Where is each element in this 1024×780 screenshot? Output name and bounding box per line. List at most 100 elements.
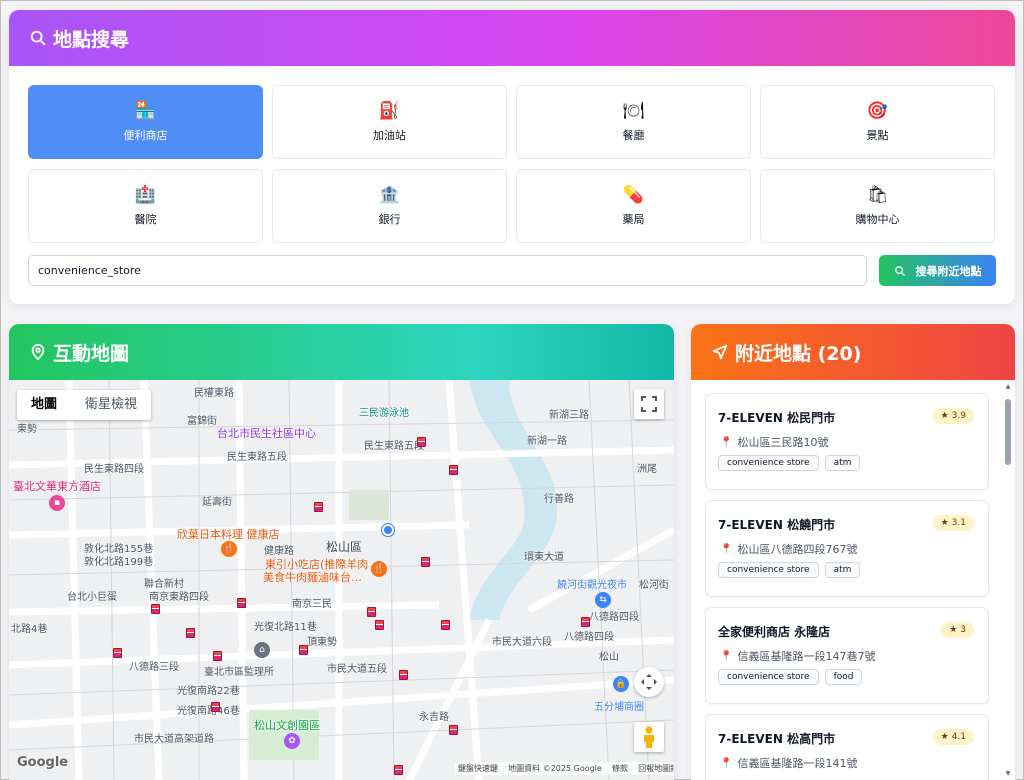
category-hospital[interactable]: 🏥 醫院 — [28, 169, 263, 243]
place-card[interactable]: 7-ELEVEN 松高門市 ★ 4.1 📍 信義區基隆路一段141號 — [705, 714, 989, 780]
hotel-poi-icon[interactable]: ▪ — [49, 495, 65, 511]
store-marker[interactable] — [237, 598, 246, 608]
category-label: 銀行 — [378, 213, 401, 226]
category-pharmacy[interactable]: 💊 藥局 — [516, 169, 751, 243]
map-label: 松河街 — [639, 580, 669, 591]
store-marker[interactable] — [314, 502, 323, 512]
government-poi-icon[interactable]: ⌂ — [254, 642, 270, 658]
category-bank[interactable]: 🏦 銀行 — [272, 169, 507, 243]
search-card-header: 地點搜尋 — [9, 10, 1015, 66]
store-marker[interactable] — [113, 648, 122, 658]
map-label: 松山區 — [326, 540, 363, 554]
store-marker[interactable] — [399, 670, 408, 680]
store-marker[interactable] — [581, 617, 590, 627]
category-label: 購物中心 — [855, 213, 900, 226]
map-label: 北路4巷 — [11, 624, 48, 635]
restaurant-poi-icon[interactable]: 🍴 — [221, 541, 237, 557]
rating-badge: ★ 3 — [941, 622, 974, 638]
store-marker[interactable] — [367, 607, 376, 617]
store-marker[interactable] — [421, 557, 430, 567]
store-marker[interactable] — [449, 465, 458, 475]
rating-value: 3 — [960, 625, 966, 635]
park-poi-icon[interactable]: ✿ — [284, 733, 300, 749]
map-label: 市民大道高架道路 — [134, 734, 214, 745]
street-view-pegman-button[interactable] — [634, 722, 664, 752]
map-label: 八德路三段 — [129, 662, 179, 673]
store-marker[interactable] — [441, 620, 450, 630]
search-title: 地點搜尋 — [53, 28, 130, 51]
place-type-input[interactable] — [28, 255, 867, 286]
place-tag: food — [824, 669, 863, 685]
store-marker[interactable] — [417, 437, 426, 447]
rating-value: 3.9 — [951, 411, 966, 421]
store-marker[interactable] — [186, 628, 195, 638]
category-attraction[interactable]: 🎯 景點 — [760, 85, 995, 159]
scroll-down-arrow-icon[interactable]: ▼ — [1004, 770, 1012, 778]
category-convenience-store[interactable]: 🏪 便利商店 — [28, 85, 263, 159]
category-shopping-mall[interactable]: 🛍 購物中心 — [760, 169, 995, 243]
map-label: 八德路四段 — [589, 612, 639, 623]
star-icon: ★ — [940, 518, 949, 528]
interactive-map[interactable]: 民權東路 富錦街 台北市民生社區中心 三民游泳池 民生東路五段 民生東路四段 民… — [9, 380, 674, 780]
store-marker[interactable] — [211, 702, 220, 712]
search-nearby-button[interactable]: 搜尋附近地點 — [879, 255, 996, 286]
map-label: 光復北路11巷 — [254, 622, 317, 633]
store-marker[interactable] — [151, 604, 160, 614]
star-icon: ★ — [949, 625, 958, 635]
pan-arrows-icon — [641, 674, 657, 690]
fullscreen-button[interactable] — [634, 389, 664, 419]
report-error-link[interactable]: 回報地圖錯誤 — [638, 764, 674, 773]
map-label: 新湖三路 — [549, 410, 589, 421]
map-label: 南京東路四段 — [149, 592, 209, 603]
map-type-satellite-button[interactable]: 衛星檢視 — [71, 390, 151, 420]
map-label: 光復南路22巷 — [177, 686, 240, 697]
fuel-pump-icon: ⛽ — [378, 101, 401, 121]
address-text: 信義區基隆路一段141號 — [737, 757, 858, 770]
store-marker[interactable] — [299, 645, 308, 655]
search-icon — [894, 265, 905, 276]
address-text: 信義區基隆路一段147巷7號 — [737, 650, 876, 663]
store-marker[interactable] — [375, 620, 384, 630]
map-label: 民生東路五段 — [227, 452, 287, 463]
place-address: 📍 信義區基隆路一段147巷7號 — [720, 648, 875, 664]
category-gas-station[interactable]: ⛽ 加油站 — [272, 85, 507, 159]
map-label: 富錦街 — [187, 416, 217, 427]
map-label: 美食牛肉麵滷味台… — [263, 571, 362, 584]
map-label: 環東大道 — [524, 552, 564, 563]
fullscreen-icon — [641, 396, 657, 412]
place-tags: convenience store atm — [718, 455, 861, 471]
camera-control-button[interactable] — [634, 667, 664, 697]
place-card[interactable]: 7-ELEVEN 松饒門市 ★ 3.1 📍 松山區八德路四段767號 conveni… — [705, 500, 989, 597]
category-grid: 🏪 便利商店 ⛽ 加油站 🍽 餐廳 🎯 景點 🏥 醫院 🏦 銀行 💊 藥局 🛍 — [28, 85, 995, 243]
nearby-list[interactable]: 7-ELEVEN 松民門市 ★ 3.9 📍 松山區三民路10號 convenienc… — [691, 380, 1015, 780]
store-marker[interactable] — [213, 651, 222, 661]
place-card[interactable]: 7-ELEVEN 松民門市 ★ 3.9 📍 松山區三民路10號 convenienc… — [705, 393, 989, 490]
place-card[interactable]: 全家便利商店 永隆店 ★ 3 📍 信義區基隆路一段147巷7號 convenienc… — [705, 607, 989, 704]
search-nearby-label: 搜尋附近地點 — [915, 264, 982, 278]
scroll-up-arrow-icon[interactable]: ▲ — [1004, 383, 1012, 391]
market-poi-icon[interactable]: ⇆ — [595, 592, 611, 608]
place-address: 📍 信義區基隆路一段141號 — [720, 755, 857, 771]
keyboard-shortcuts-link[interactable]: 鍵盤快速鍵 — [458, 764, 498, 773]
list-scrollbar[interactable]: ▲ ▼ — [1004, 383, 1012, 778]
store-marker[interactable] — [394, 765, 403, 775]
map-title: 互動地圖 — [53, 342, 130, 365]
map-type-roadmap-button[interactable]: 地圖 — [17, 390, 71, 420]
category-label: 餐廳 — [622, 129, 645, 142]
terms-link[interactable]: 條款 — [612, 764, 628, 773]
rating-value: 4.1 — [951, 732, 966, 742]
map-label: 洲尾 — [637, 464, 657, 475]
category-restaurant[interactable]: 🍽 餐廳 — [516, 85, 751, 159]
map-pin-icon: 📍 — [720, 757, 733, 769]
place-tag: convenience store — [718, 455, 819, 471]
restaurant-poi-icon[interactable]: 🍴 — [371, 561, 387, 577]
scroll-thumb[interactable] — [1005, 399, 1011, 465]
map-pin-icon — [31, 343, 45, 361]
map-label: 松山 — [599, 652, 619, 663]
store-marker[interactable] — [449, 725, 458, 735]
star-icon: ★ — [940, 732, 949, 742]
category-label: 醫院 — [134, 213, 157, 226]
map-label: 敦化北路199巷 — [84, 557, 154, 568]
map-label: 欣葉日本料理 健康店 — [177, 528, 280, 541]
shopping-poi-icon[interactable]: 🔒 — [613, 676, 629, 692]
